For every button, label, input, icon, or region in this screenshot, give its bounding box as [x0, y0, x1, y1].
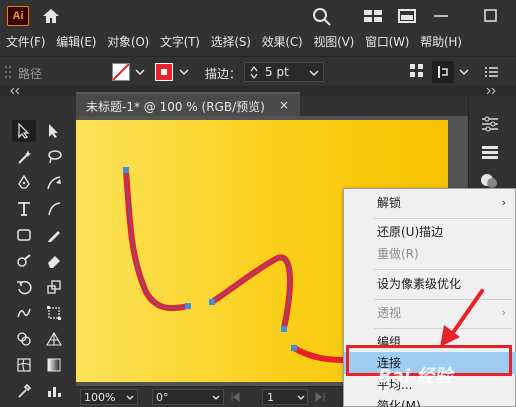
shape-builder-tool[interactable] — [12, 328, 36, 350]
gradient-tool[interactable] — [42, 354, 66, 376]
menu-file[interactable]: 文件(F) — [6, 33, 45, 50]
menu-item-undo-stroke[interactable]: 还原(U)描边 — [344, 221, 516, 243]
path-left-edge — [125, 169, 189, 309]
arrange-documents-icon[interactable] — [396, 6, 418, 26]
menu-select[interactable]: 选择(S) — [211, 33, 251, 50]
grid-icon[interactable] — [410, 64, 424, 78]
panel-menu-icon[interactable] — [485, 65, 499, 79]
chevron-down-icon[interactable] — [297, 394, 305, 402]
align-button[interactable] — [432, 61, 454, 83]
anchor-point — [281, 326, 287, 332]
menu-view[interactable]: 视图(V) — [313, 33, 354, 50]
menu-item-redo: 重做(R) — [377, 247, 419, 261]
menu-separator — [374, 269, 512, 270]
search-icon[interactable] — [311, 6, 333, 26]
artboard-field[interactable]: 1 — [262, 389, 308, 405]
close-icon[interactable]: × — [279, 98, 289, 112]
perspective-grid-tool[interactable] — [42, 328, 66, 350]
zoom-value: 100% — [84, 391, 116, 404]
menu-bar: 文件(F) 编辑(E) 对象(O) 文字(T) 选择(S) 效果(C) 视图(V… — [0, 30, 516, 52]
chevron-down-icon[interactable] — [212, 394, 220, 402]
document-tab[interactable]: 未标题-1* @ 100 % (RGB/预览) × — [76, 92, 300, 116]
rotation-field[interactable]: 0° — [152, 389, 224, 405]
eraser-tool[interactable] — [42, 250, 66, 272]
layers-icon[interactable] — [481, 145, 499, 159]
anchor-point — [209, 299, 215, 305]
artboard-number: 1 — [267, 391, 274, 404]
direct-selection-tool[interactable] — [42, 120, 66, 142]
rectangle-tool[interactable] — [12, 224, 36, 246]
selection-type-label: 路径 — [18, 67, 43, 81]
line-segment-tool[interactable] — [42, 198, 66, 220]
restore-window-icon[interactable] — [480, 6, 502, 26]
selection-tool[interactable] — [12, 120, 36, 142]
rotation-value: 0° — [156, 391, 169, 404]
scale-tool[interactable] — [42, 276, 66, 298]
grip-icon — [5, 66, 11, 78]
watermark: Bai 经验 — [378, 366, 453, 387]
expand-icon[interactable] — [484, 87, 498, 95]
rotate-tool[interactable] — [12, 276, 36, 298]
toolbox — [0, 96, 74, 407]
properties-icon[interactable] — [481, 116, 499, 132]
title-bar: Ai — [0, 0, 516, 30]
anchor-point — [291, 345, 297, 351]
eyedropper-tool[interactable] — [12, 380, 36, 402]
chevron-down-icon[interactable] — [179, 67, 189, 77]
menu-type[interactable]: 文字(T) — [160, 33, 200, 50]
graph-tool[interactable] — [42, 380, 66, 402]
path-left — [123, 167, 191, 312]
stroke-weight-value: 5 pt — [265, 65, 289, 79]
curvature-tool[interactable] — [42, 172, 66, 194]
first-artboard-icon[interactable] — [230, 392, 250, 402]
free-transform-tool[interactable] — [42, 302, 66, 324]
menu-window[interactable]: 窗口(W) — [365, 33, 409, 50]
stroke-swatch[interactable] — [155, 63, 173, 81]
workspace-layout-icon[interactable] — [362, 6, 384, 26]
chevron-down-icon[interactable] — [126, 394, 134, 402]
submenu-arrow-icon: › — [501, 196, 506, 209]
collapse-icon[interactable] — [8, 87, 22, 95]
fill-swatch[interactable] — [112, 63, 130, 81]
control-bar: 路径 描边： 5 pt — [0, 56, 516, 86]
path-bottom — [291, 345, 347, 363]
mesh-tool[interactable] — [12, 354, 36, 376]
app-logo: Ai — [7, 6, 29, 26]
magic-wand-tool[interactable] — [12, 146, 36, 168]
next-artboard-icon[interactable] — [314, 392, 334, 402]
shaper-tool[interactable] — [12, 250, 36, 272]
menu-separator — [374, 218, 512, 219]
document-tab-title: 未标题-1* @ 100 % (RGB/预览) — [86, 100, 265, 114]
menu-help[interactable]: 帮助(H) — [420, 33, 462, 50]
pencil-tool[interactable] — [42, 224, 66, 246]
chevron-down-icon[interactable] — [135, 67, 145, 77]
menu-effect[interactable]: 效果(C) — [262, 33, 303, 50]
menu-item-unlock[interactable]: 解锁 › — [344, 192, 516, 214]
menu-item-simplify[interactable]: 简化(M)... — [344, 395, 516, 407]
align-icon — [438, 66, 448, 78]
stroke-weight-field[interactable]: 5 pt — [244, 62, 324, 82]
annotation-arrow-icon — [440, 289, 484, 347]
zoom-field[interactable]: 100% — [80, 389, 138, 405]
minimize-icon[interactable] — [430, 6, 452, 26]
menu-edit[interactable]: 编辑(E) — [56, 33, 96, 50]
path-right — [209, 254, 293, 331]
chevron-down-icon[interactable] — [309, 68, 319, 78]
type-tool[interactable] — [12, 198, 36, 220]
pen-tool[interactable] — [12, 172, 36, 194]
menu-object[interactable]: 对象(O) — [107, 33, 149, 50]
stepper-icon[interactable] — [249, 65, 259, 80]
submenu-arrow-icon: › — [501, 306, 506, 319]
warp-tool[interactable] — [12, 302, 36, 324]
anchor-point — [123, 167, 129, 173]
home-icon[interactable] — [40, 6, 62, 26]
lasso-tool[interactable] — [42, 146, 66, 168]
chevron-down-icon[interactable] — [459, 67, 469, 77]
anchor-point — [185, 303, 191, 309]
stroke-label: 描边： — [205, 67, 242, 81]
